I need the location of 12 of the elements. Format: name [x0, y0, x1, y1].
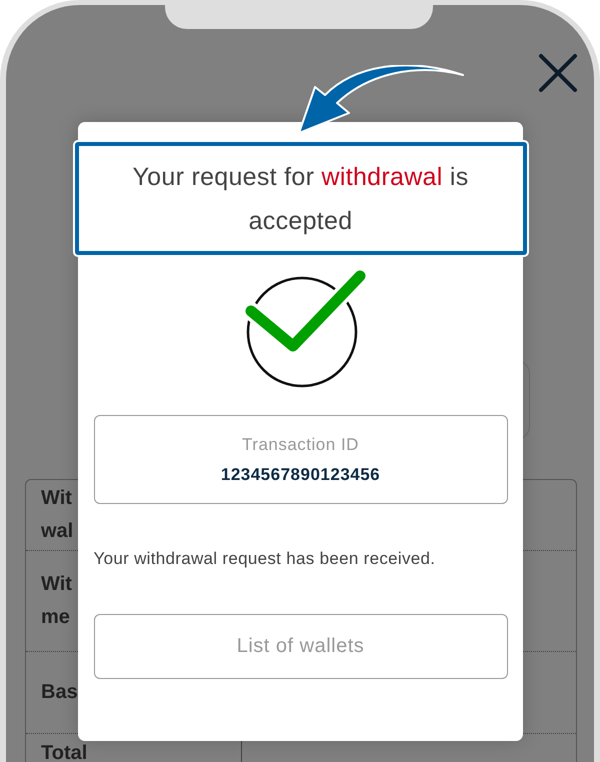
transaction-label: Transaction ID — [242, 434, 359, 454]
confirmation-message: Your withdrawal request has been received. — [94, 549, 436, 569]
row-label: Wit — [41, 486, 73, 511]
row-label: wal — [41, 519, 74, 544]
row-label: Wit — [41, 572, 73, 597]
close-icon[interactable] — [538, 53, 578, 93]
row-label: me — [41, 605, 71, 630]
wallets-button[interactable]: List of wallets — [94, 614, 508, 679]
row-label: Total — [41, 742, 88, 762]
row-label: Bas — [41, 680, 79, 705]
transaction-id: 1234567890123456 — [220, 464, 380, 484]
dialog-title: Your request for withdrawal is accepted — [131, 162, 470, 236]
